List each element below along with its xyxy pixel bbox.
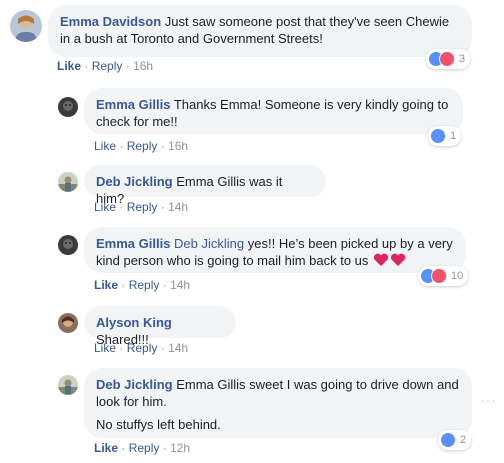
reaction-count: 1: [450, 130, 457, 142]
author-name[interactable]: Deb Jickling: [96, 377, 173, 392]
author-name[interactable]: Alyson King: [96, 315, 172, 330]
comment-bubble: Emma Davidson Just saw someone post that…: [48, 5, 472, 57]
separator: ·: [121, 278, 126, 292]
comment-actions: Like · Reply · 14h: [94, 277, 190, 293]
separator: ·: [162, 278, 167, 292]
reaction-count: 2: [460, 434, 467, 446]
heart-emoji-icon: [373, 253, 389, 266]
heart-emoji-icon: [390, 253, 406, 266]
comment-actions: Like · Reply · 14h: [94, 199, 188, 215]
separator: ·: [160, 139, 165, 153]
like-button[interactable]: Like: [94, 139, 116, 153]
separator: ·: [84, 59, 89, 73]
reaction-count: 3: [459, 53, 466, 65]
comment-bubble: Deb Jickling Emma Gillis sweet I was goi…: [84, 368, 472, 438]
avatar[interactable]: [58, 172, 78, 192]
avatar[interactable]: [58, 97, 78, 117]
timestamp[interactable]: 14h: [168, 200, 188, 214]
author-name[interactable]: Emma Gillis: [96, 97, 170, 112]
like-button[interactable]: Like: [94, 278, 118, 292]
reaction-count: 10: [451, 270, 464, 282]
mention-link[interactable]: Deb Jickling: [174, 236, 244, 251]
like-reaction-icon: [430, 128, 446, 144]
separator: ·: [121, 441, 126, 455]
comment-bubble: Alyson King Shared!!!: [84, 306, 236, 347]
separator: ·: [160, 200, 165, 214]
timestamp[interactable]: 14h: [168, 341, 188, 355]
avatar[interactable]: [58, 375, 78, 395]
avatar[interactable]: [58, 235, 78, 255]
like-button[interactable]: Like: [94, 200, 116, 214]
love-reaction-icon: [431, 268, 447, 284]
comment-actions: Like · Reply · 12h: [94, 440, 190, 456]
reply-button[interactable]: Reply: [127, 139, 158, 153]
like-reaction-icon: [440, 432, 456, 448]
reply-button[interactable]: Reply: [92, 59, 123, 73]
comment-bubble: Emma Gillis Deb Jickling yes!! He’s been…: [84, 227, 466, 273]
reaction-summary[interactable]: 10: [418, 266, 469, 286]
comment-actions: Like · Reply · 16h: [94, 138, 188, 154]
avatar[interactable]: [58, 313, 78, 333]
reaction-summary[interactable]: 2: [438, 430, 472, 450]
comment-bubble: Emma Gillis Thanks Emma! Someone is very…: [84, 88, 463, 134]
separator: ·: [125, 59, 130, 73]
comment-actions: Like · Reply · 16h: [57, 58, 153, 74]
separator: ·: [162, 441, 167, 455]
separator: ·: [119, 200, 124, 214]
timestamp[interactable]: 14h: [170, 278, 190, 292]
author-name[interactable]: Deb Jickling: [96, 174, 173, 189]
like-button[interactable]: Like: [94, 341, 116, 355]
comment-actions: Like · Reply · 14h: [94, 340, 188, 356]
reply-button[interactable]: Reply: [127, 341, 158, 355]
reaction-summary[interactable]: 3: [426, 49, 471, 69]
reply-button[interactable]: Reply: [127, 200, 158, 214]
reaction-summary[interactable]: 1: [428, 126, 462, 146]
timestamp[interactable]: 16h: [133, 59, 153, 73]
more-options-icon[interactable]: ···: [480, 392, 497, 408]
author-name[interactable]: Emma Gillis: [96, 236, 170, 251]
author-name[interactable]: Emma Davidson: [60, 14, 161, 29]
like-button[interactable]: Like: [57, 59, 81, 73]
reply-button[interactable]: Reply: [129, 441, 160, 455]
timestamp[interactable]: 12h: [170, 441, 190, 455]
separator: ·: [160, 341, 165, 355]
separator: ·: [119, 341, 124, 355]
comment-bubble: Deb Jickling Emma Gillis was it him?: [84, 165, 326, 206]
avatar[interactable]: [10, 10, 42, 42]
like-button[interactable]: Like: [94, 441, 118, 455]
comment-text-line-2: No stuffys left behind.: [96, 417, 221, 432]
love-reaction-icon: [439, 51, 455, 67]
separator: ·: [119, 139, 124, 153]
timestamp[interactable]: 16h: [168, 139, 188, 153]
reply-button[interactable]: Reply: [129, 278, 160, 292]
